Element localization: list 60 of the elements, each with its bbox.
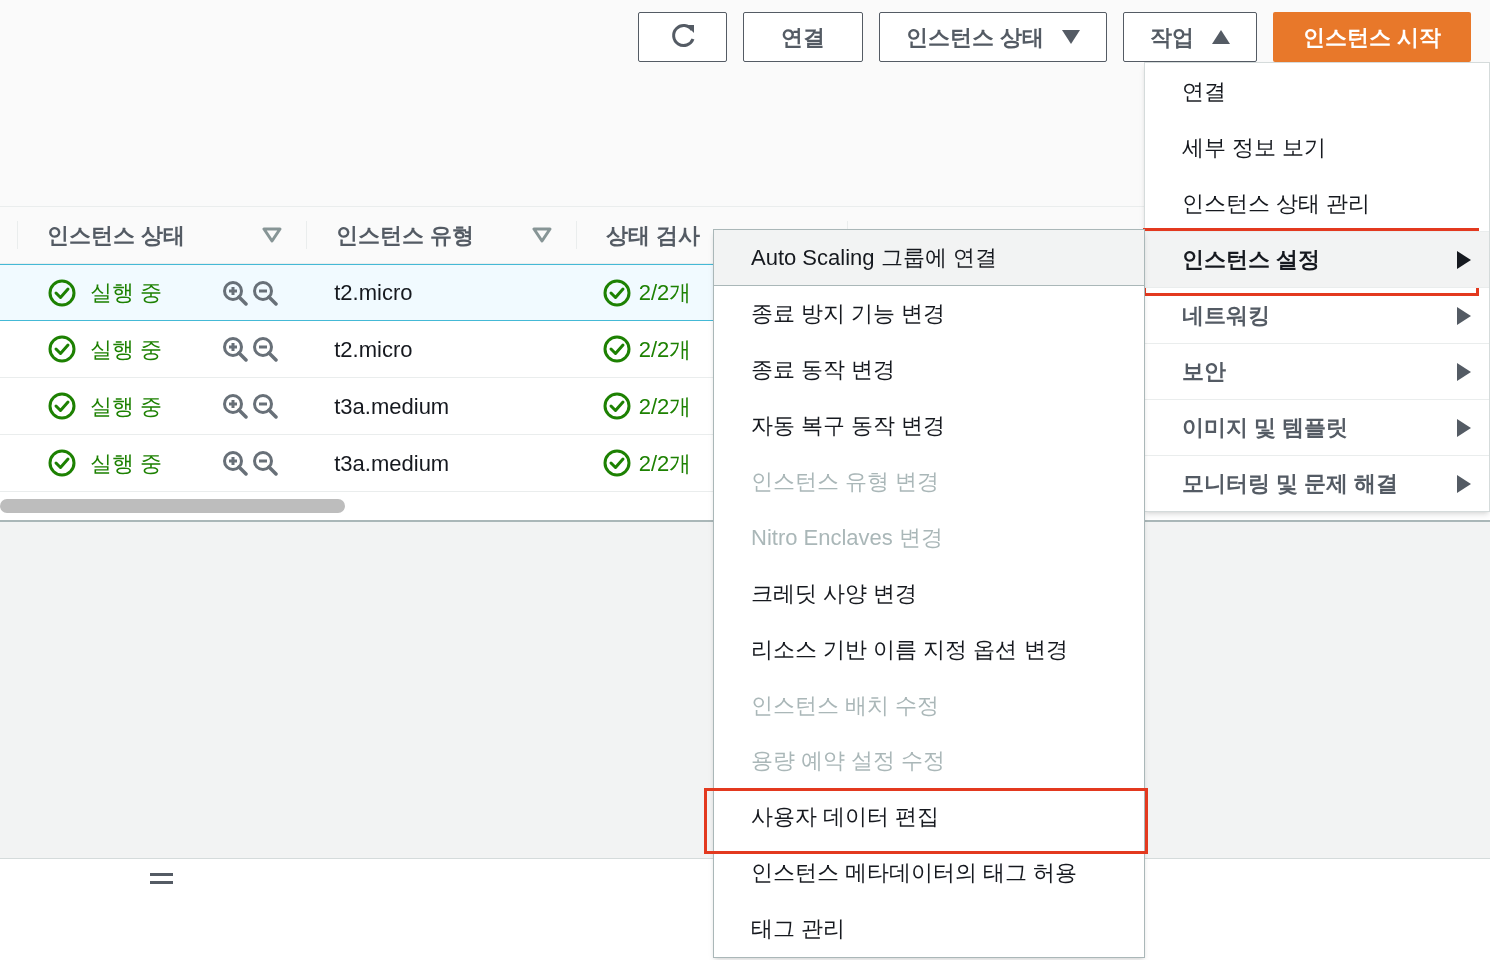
dropdown-button[interactable]: 인스턴스 상태 [879, 12, 1108, 62]
zoom-out-icon[interactable] [251, 393, 278, 419]
status-check-text: 2/2개 [638, 335, 692, 364]
connect-button[interactable]: 연결 [743, 12, 863, 62]
submenu-arrow-icon [1457, 306, 1471, 325]
menu-item[interactable]: 인스턴스 상태 관리 [1145, 175, 1489, 231]
success-icon [47, 449, 76, 477]
menu-item[interactable]: Auto Scaling 그룹에 연결 [714, 230, 1144, 286]
zoom-in-icon[interactable] [221, 393, 248, 419]
submenu-arrow-icon [1457, 250, 1471, 269]
menu-item[interactable]: 세부 정보 보기 [1145, 119, 1489, 175]
caret-down-icon [1062, 30, 1081, 44]
resize-handle-icon[interactable] [150, 872, 173, 886]
success-icon [602, 449, 631, 477]
column-header[interactable]: 인스턴스 상태 [47, 218, 186, 252]
refresh-button[interactable] [638, 12, 727, 62]
filter-icon[interactable] [532, 227, 552, 243]
caret-up-icon [1212, 30, 1231, 44]
status-check-text: 2/2개 [638, 449, 692, 478]
success-icon [47, 278, 76, 307]
status-text: 실행 중 [89, 335, 162, 364]
zoom-out-icon[interactable] [251, 450, 278, 476]
menu-item[interactable]: 리소스 기반 이름 지정 옵션 변경 [714, 621, 1144, 678]
menu-item[interactable]: 연결 [1145, 63, 1489, 119]
success-icon [47, 392, 76, 420]
table-cell: t2.micro [334, 336, 413, 362]
column-header[interactable]: 상태 검사 [606, 218, 701, 252]
menu-item[interactable]: 인스턴스 메타데이터의 태그 허용 [714, 844, 1144, 901]
status-check-text: 2/2개 [638, 392, 692, 421]
status-text: 실행 중 [89, 449, 162, 478]
menu-item[interactable]: 사용자 데이터 편집 [714, 788, 1144, 845]
zoom-in-icon[interactable] [221, 279, 248, 306]
table-cell: t3a.medium [334, 393, 450, 419]
table-cell: t2.micro [334, 280, 413, 305]
submenu-arrow-icon [1457, 362, 1471, 381]
zoom-in-icon[interactable] [221, 336, 248, 362]
menu-item[interactable]: 인스턴스 설정 [1145, 231, 1489, 287]
success-icon [602, 335, 631, 363]
table-row[interactable]: 실행 중 t2.micro 2/2개 [0, 264, 713, 321]
status-check-text: 2/2개 [638, 279, 692, 307]
menu-item[interactable]: 종료 방지 기능 변경 [714, 285, 1144, 342]
menu-item[interactable]: 자동 복구 동작 변경 [714, 397, 1144, 454]
column-header[interactable]: 인스턴스 유형 [336, 218, 475, 252]
submenu-arrow-icon [1457, 418, 1471, 437]
menu-item[interactable]: 태그 관리 [714, 900, 1144, 957]
dropdown-button[interactable]: 작업 [1123, 12, 1258, 62]
table-cell: t3a.medium [334, 450, 450, 476]
zoom-in-icon[interactable] [221, 450, 248, 476]
status-text: 실행 중 [89, 392, 162, 421]
status-text: 실행 중 [89, 279, 162, 307]
zoom-out-icon[interactable] [251, 279, 278, 306]
menu-item[interactable]: 종료 동작 변경 [714, 341, 1144, 398]
success-icon [47, 335, 76, 363]
scrollbar[interactable] [0, 499, 345, 513]
filter-icon[interactable] [262, 227, 282, 243]
success-icon [602, 278, 631, 307]
zoom-out-icon[interactable] [251, 336, 278, 362]
success-icon [602, 392, 631, 420]
submenu-arrow-icon [1457, 474, 1471, 493]
menu-item[interactable]: 크레딧 사양 변경 [714, 565, 1144, 622]
